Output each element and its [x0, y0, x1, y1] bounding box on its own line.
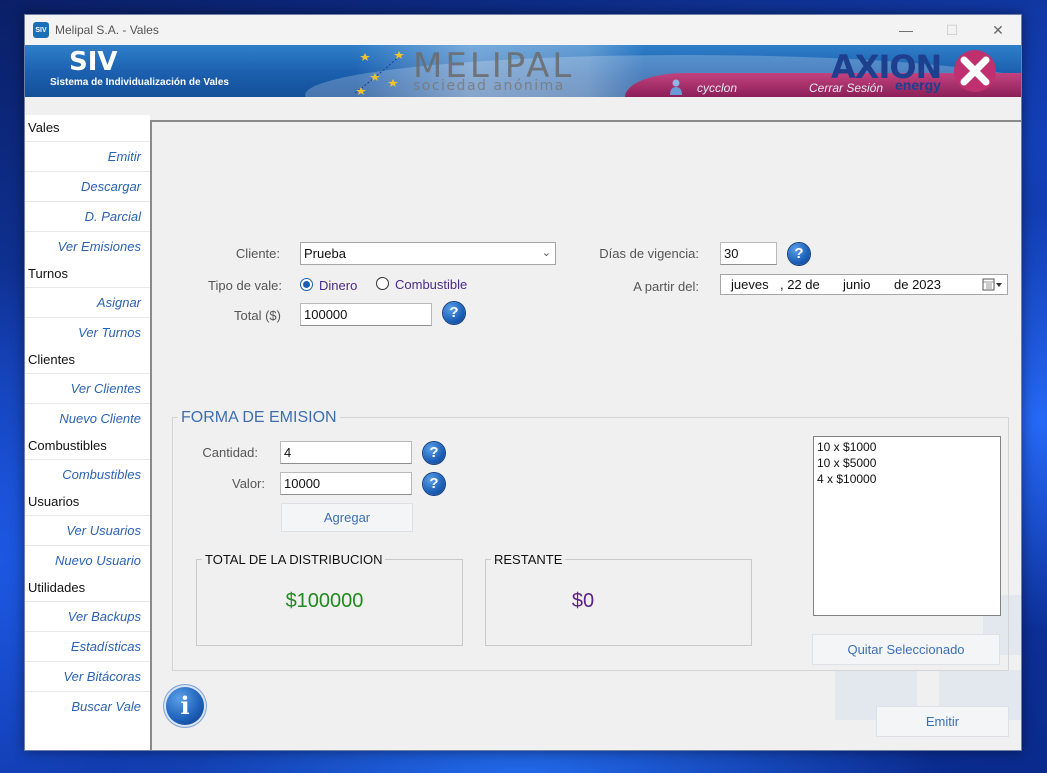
sidebar-item-d-parcial[interactable]: D. Parcial	[25, 201, 150, 231]
chevron-down-icon: ⌄	[541, 247, 551, 259]
partner-subtitle: energy	[895, 77, 941, 93]
forma-emision-title: FORMA DE EMISION	[178, 409, 340, 427]
content-top-divider	[150, 120, 1021, 122]
help-icon-valor[interactable]: ?	[423, 473, 445, 495]
cliente-select[interactable]: Prueba ⌄	[300, 242, 556, 265]
sidebar-nav: Vales Emitir Descargar D. Parcial Ver Em…	[25, 115, 150, 750]
current-user: cycclon	[697, 81, 738, 95]
date-picker[interactable]: jueves , 22 de junio de 2023	[720, 274, 1008, 295]
window-title: Melipal S.A. - Vales	[55, 23, 159, 37]
minimize-button[interactable]: —	[883, 15, 929, 45]
dias-vigencia-input[interactable]: 30	[720, 242, 777, 265]
help-icon-cantidad[interactable]: ?	[423, 442, 445, 464]
cliente-label: Cliente:	[235, 246, 280, 261]
radio-dinero[interactable]	[300, 278, 313, 291]
window-controls: — ☐ ✕	[883, 15, 1021, 45]
date-month: junio	[843, 277, 871, 292]
dias-vigencia-label: Días de vigencia:	[599, 246, 699, 261]
cantidad-label: Cantidad:	[202, 445, 258, 460]
total-label: Total ($)	[234, 308, 281, 323]
sidebar-section-usuarios: Usuarios	[28, 494, 80, 509]
title-bar: SIV Melipal S.A. - Vales — ☐ ✕	[25, 15, 1021, 45]
app-subtitle: Sistema de Individualización de Vales	[50, 77, 229, 88]
sidebar-section-vales: Vales	[28, 120, 60, 135]
sidebar-section-clientes: Clientes	[28, 352, 75, 367]
sidebar-divider	[150, 121, 152, 750]
sidebar-section-combustibles: Combustibles	[28, 438, 107, 453]
sidebar-item-nuevo-usuario[interactable]: Nuevo Usuario	[25, 545, 150, 575]
list-item[interactable]: 10 x $1000	[817, 439, 997, 455]
sidebar-item-ver-clientes[interactable]: Ver Clientes	[25, 373, 150, 403]
tipo-vale-label: Tipo de vale:	[208, 278, 282, 293]
sidebar-item-ver-backups[interactable]: Ver Backups	[25, 601, 150, 631]
sidebar-item-combustibles[interactable]: Combustibles	[25, 459, 150, 489]
distribucion-list[interactable]: 10 x $1000 10 x $5000 4 x $10000	[813, 436, 1001, 616]
help-icon-dias[interactable]: ?	[788, 243, 810, 265]
user-icon	[670, 79, 682, 95]
agregar-button[interactable]: Agregar	[281, 503, 413, 532]
restante-title: RESTANTE	[491, 552, 566, 567]
cantidad-input[interactable]: 4	[280, 441, 412, 464]
company-subtitle: sociedad anónima	[413, 78, 565, 94]
app-name: SIV	[69, 47, 118, 77]
sidebar-item-buscar-vale[interactable]: Buscar Vale	[25, 691, 150, 721]
sidebar-section-turnos: Turnos	[28, 266, 68, 281]
radio-combustible-label[interactable]: Combustible	[395, 277, 467, 292]
valor-label: Valor:	[232, 476, 265, 491]
sidebar-item-ver-bitacoras[interactable]: Ver Bitácoras	[25, 661, 150, 691]
axion-x-icon	[954, 50, 996, 92]
sidebar-item-ver-emisiones[interactable]: Ver Emisiones	[25, 231, 150, 261]
sidebar-item-nuevo-cliente[interactable]: Nuevo Cliente	[25, 403, 150, 433]
app-icon: SIV	[33, 22, 49, 38]
a-partir-label: A partir del:	[633, 279, 699, 294]
calendar-icon[interactable]	[982, 277, 1004, 292]
app-window: SIV Melipal S.A. - Vales — ☐ ✕ SIV Siste…	[24, 14, 1022, 751]
sidebar-item-ver-usuarios[interactable]: Ver Usuarios	[25, 515, 150, 545]
sidebar-item-asignar[interactable]: Asignar	[25, 287, 150, 317]
maximize-button[interactable]: ☐	[929, 15, 975, 45]
stars-icon	[354, 51, 404, 95]
close-button[interactable]: ✕	[975, 15, 1021, 45]
restante-value: $0	[571, 590, 595, 612]
cliente-select-value: Prueba	[304, 246, 346, 261]
total-distribucion-value: $100000	[285, 590, 364, 612]
sidebar-item-ver-turnos[interactable]: Ver Turnos	[25, 317, 150, 347]
header-banner: SIV Sistema de Individualización de Vale…	[25, 45, 1021, 97]
total-distribucion-title: TOTAL DE LA DISTRIBUCION	[202, 552, 386, 567]
list-item[interactable]: 10 x $5000	[817, 455, 997, 471]
date-year: de 2023	[894, 277, 941, 292]
sidebar-item-estadisticas[interactable]: Estadísticas	[25, 631, 150, 661]
radio-combustible[interactable]	[376, 277, 389, 290]
emitir-button[interactable]: Emitir	[876, 706, 1009, 737]
sidebar-section-utilidades: Utilidades	[28, 580, 86, 595]
quitar-seleccionado-button[interactable]: Quitar Seleccionado	[812, 634, 1000, 665]
list-item[interactable]: 4 x $10000	[817, 471, 997, 487]
sidebar-item-emitir[interactable]: Emitir	[25, 141, 150, 171]
help-icon-total[interactable]: ?	[443, 302, 465, 324]
sidebar-item-descargar[interactable]: Descargar	[25, 171, 150, 201]
valor-input[interactable]: 10000	[280, 472, 412, 495]
date-weekday: jueves	[731, 277, 769, 292]
radio-dinero-label[interactable]: Dinero	[319, 278, 357, 293]
date-day: , 22 de	[780, 277, 820, 292]
info-icon[interactable]: i	[166, 687, 204, 725]
total-input[interactable]: 100000	[300, 303, 432, 326]
